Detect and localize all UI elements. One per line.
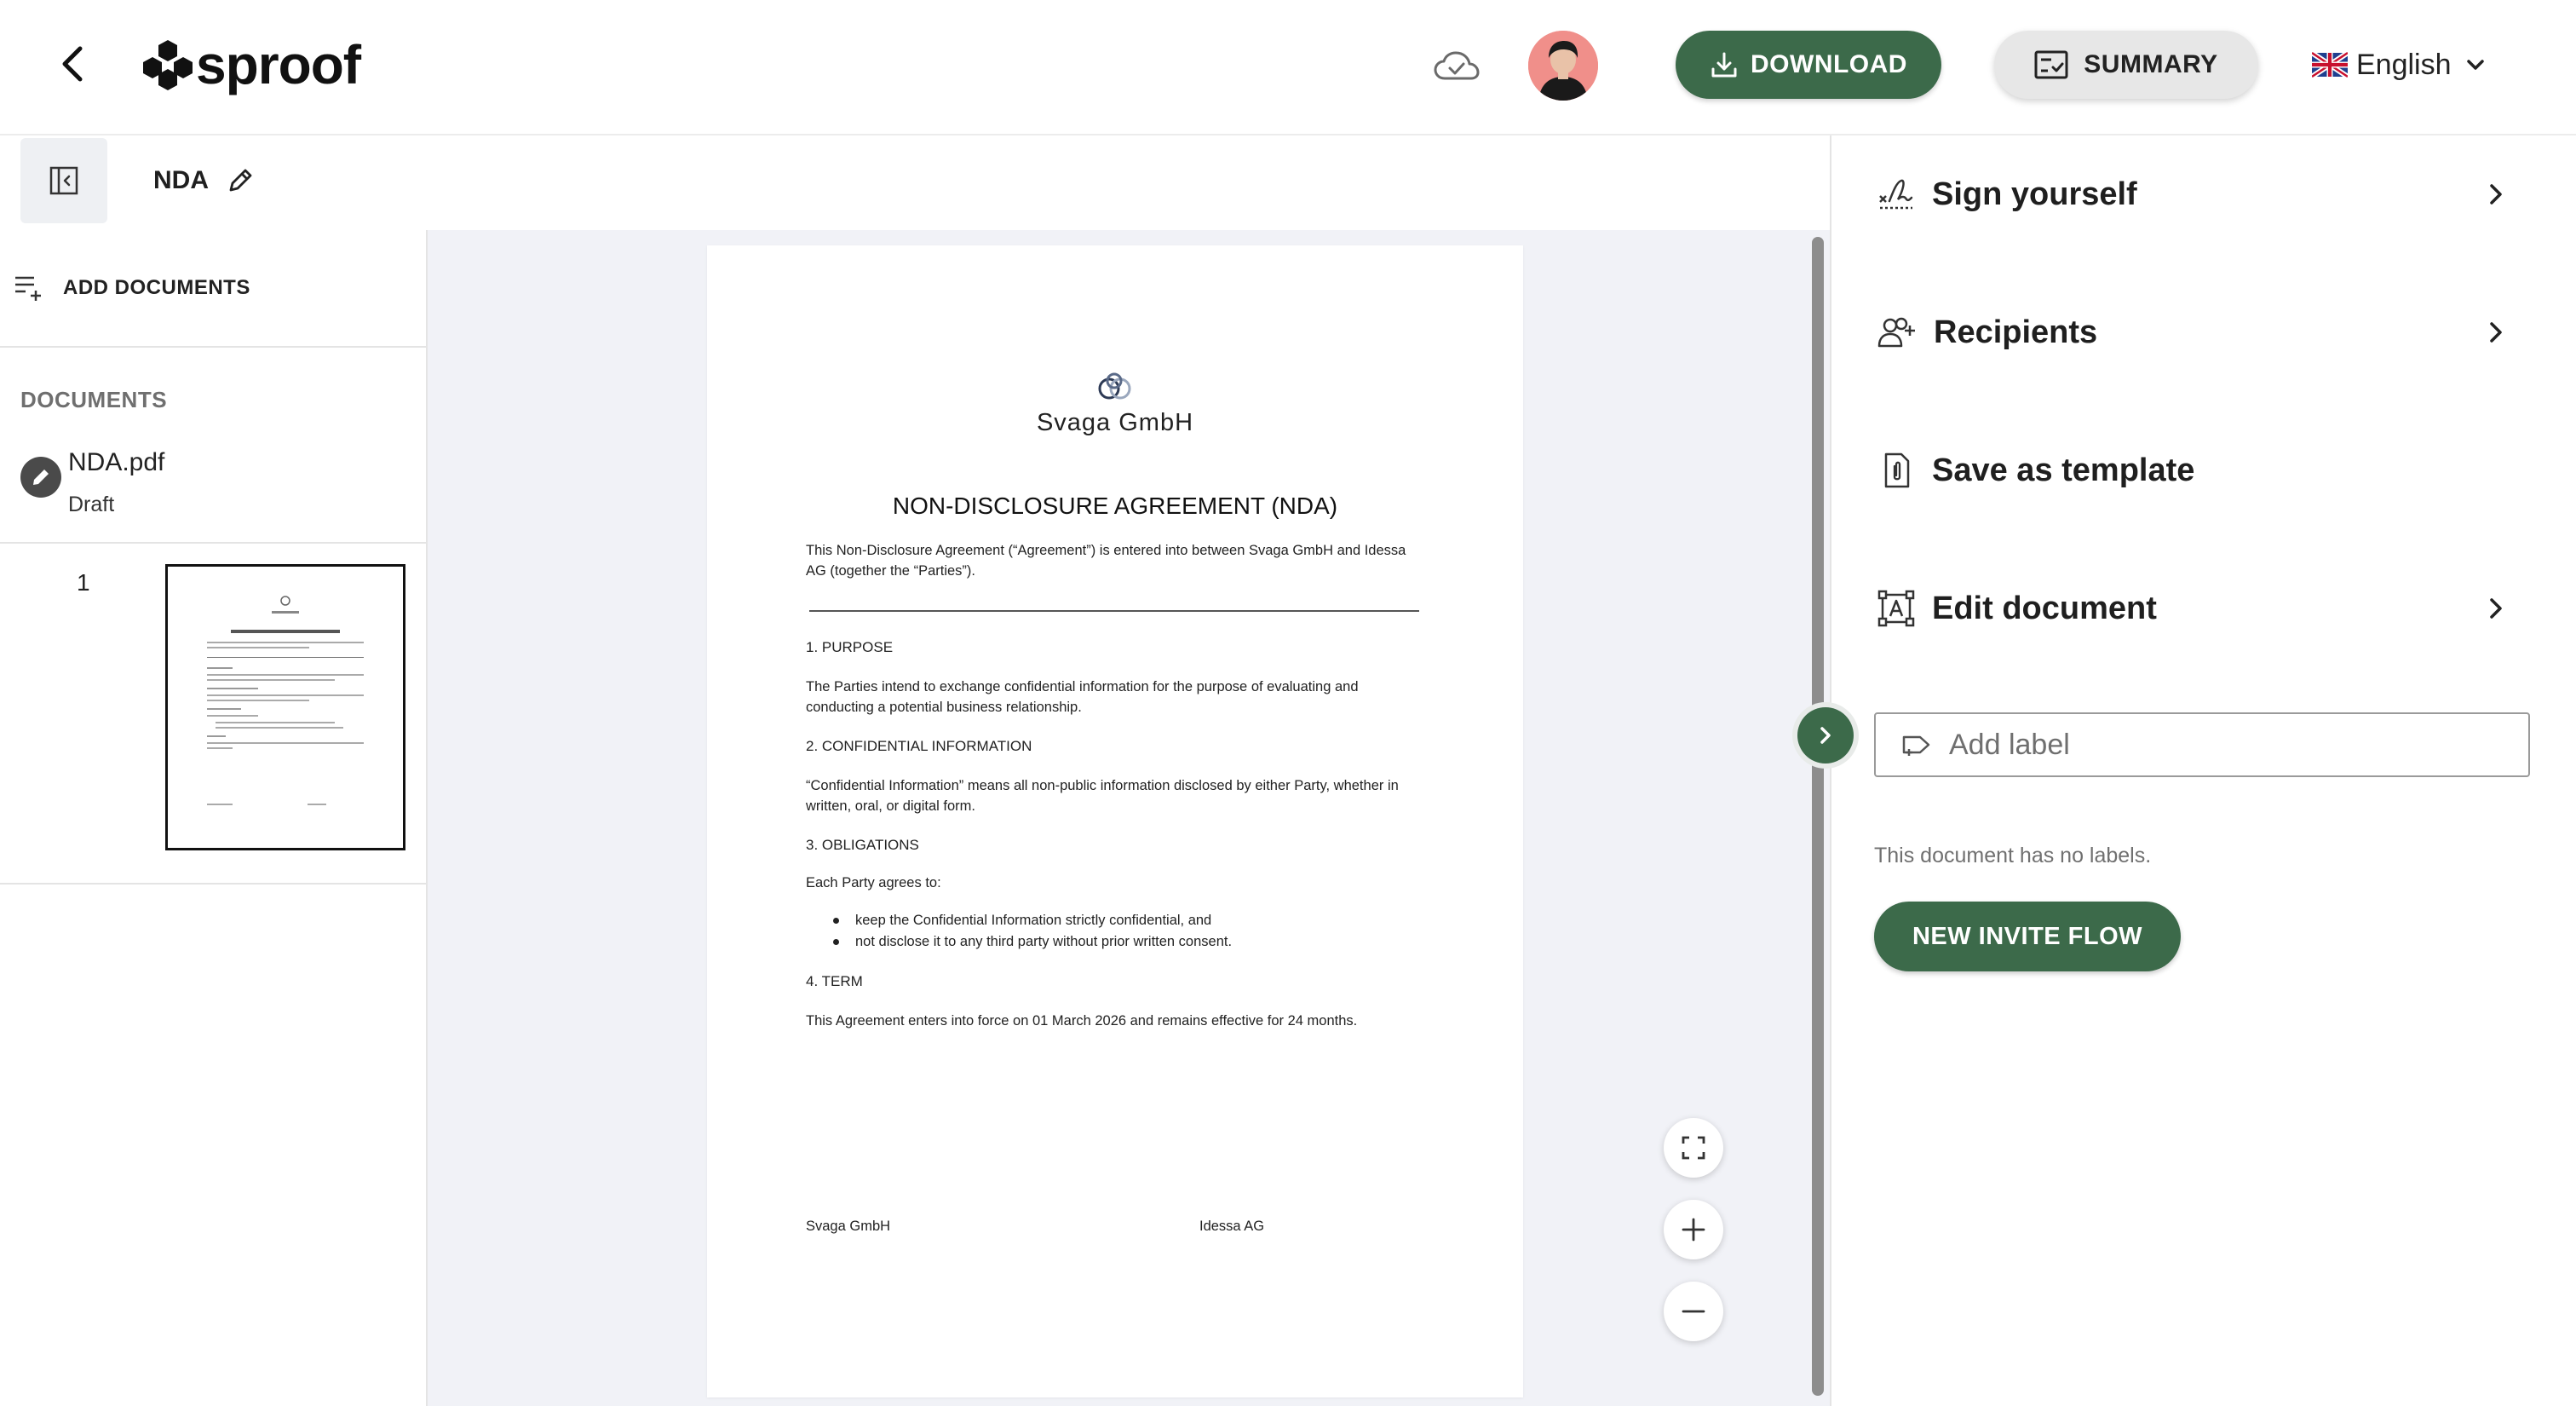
chevron-right-icon [2490, 322, 2502, 343]
document-toolbar [0, 135, 1830, 229]
section-body: The Parties intend to exchange confident… [806, 679, 1359, 715]
summary-checklist-icon [2034, 50, 2068, 79]
no-labels-message: This document has no labels. [1874, 844, 2152, 867]
download-label: DOWNLOAD [1751, 50, 1907, 78]
sidebar-toggle-button[interactable] [20, 138, 107, 223]
thumbnail-preview-icon [207, 596, 364, 805]
summary-button[interactable]: SUMMARY [1994, 31, 2258, 99]
add-documents-button[interactable]: ADD DOCUMENTS [14, 271, 250, 305]
section-body: This Agreement enters into force on 01 M… [806, 1013, 1358, 1029]
cloud-saved-icon [1433, 49, 1481, 84]
minus-icon [1682, 1310, 1705, 1313]
agreement-title: NON-DISCLOSURE AGREEMENT (NDA) [892, 493, 1338, 519]
download-icon [1711, 52, 1737, 78]
zoom-out-button[interactable] [1664, 1282, 1723, 1341]
divider [0, 883, 426, 885]
obligation-item: keep the Confidential Information strict… [855, 913, 1212, 928]
arrow-left-icon [62, 46, 83, 82]
divider [0, 346, 426, 348]
action-label: Recipients [1934, 314, 2098, 350]
summary-label: SUMMARY [2084, 50, 2218, 78]
user-avatar[interactable] [1528, 31, 1598, 101]
signature-left: Svaga GmbH [806, 1219, 891, 1234]
action-edit-document[interactable]: Edit document [1877, 579, 2511, 638]
action-label: Sign yourself [1932, 176, 2137, 212]
document-status: Draft [68, 493, 115, 516]
fullscreen-icon [1682, 1136, 1705, 1160]
document-list-item-name[interactable]: NDA.pdf [68, 448, 164, 477]
action-label: Save as template [1932, 452, 2195, 488]
download-button[interactable]: DOWNLOAD [1676, 31, 1941, 99]
language-select[interactable]: English [2312, 37, 2491, 92]
add-documents-label: ADD DOCUMENTS [63, 276, 250, 299]
chevron-right-icon [1820, 727, 1831, 744]
language-label: English [2356, 48, 2452, 81]
separator-line [809, 610, 1419, 612]
chevron-down-icon [2466, 60, 2484, 70]
back-button[interactable] [51, 38, 94, 89]
section-heading: 2. CONFIDENTIAL INFORMATION [806, 738, 1032, 754]
add-person-icon [1877, 317, 1915, 348]
add-list-icon [15, 276, 41, 301]
signature-right: Idessa AG [1199, 1219, 1265, 1234]
new-invite-flow-label: NEW INVITE FLOW [1912, 922, 2143, 950]
avatar-portrait-icon [1528, 31, 1598, 101]
bullet [833, 939, 839, 945]
section-heading: 1. PURPOSE [806, 639, 894, 655]
document-title-text: NDA [153, 166, 209, 194]
section-body: Each Party agrees to: [806, 875, 941, 890]
company-logo-icon [1098, 372, 1131, 400]
sproof-logo[interactable]: sproof [140, 31, 361, 99]
label-tag-icon [1902, 735, 1930, 756]
viewer-scrollbar-thumb[interactable] [1812, 237, 1824, 1396]
company-name: Svaga GmbH [1036, 409, 1194, 436]
plus-icon [1682, 1218, 1705, 1242]
fullscreen-button[interactable] [1664, 1118, 1723, 1178]
bullet [833, 918, 839, 924]
section-heading: 3. OBLIGATIONS [806, 837, 919, 853]
section-heading: 4. TERM [806, 973, 863, 989]
action-save-as-template[interactable]: Save as template [1877, 441, 2511, 500]
document-page: Svaga GmbH NON-DISCLOSURE AGREEMENT (NDA… [707, 245, 1523, 1397]
sidebar-collapse-icon [49, 166, 78, 195]
hexagon-cluster-icon [143, 40, 193, 90]
documents-heading: DOCUMENTS [20, 387, 168, 412]
add-label-input[interactable] [1947, 727, 2462, 763]
logo-wordmark: sproof [196, 34, 361, 95]
section-body: “Confidential Information” means all non… [806, 778, 1399, 814]
action-sign-yourself[interactable]: Sign yourself [1877, 164, 2511, 224]
chevron-right-icon [2490, 184, 2502, 205]
new-invite-flow-button[interactable]: NEW INVITE FLOW [1874, 902, 2181, 971]
action-label: Edit document [1932, 590, 2157, 626]
page-number: 1 [77, 569, 90, 596]
edit-document-icon [1877, 590, 1915, 627]
zoom-in-button[interactable] [1664, 1200, 1723, 1259]
chevron-right-icon [2490, 598, 2502, 619]
divider [0, 542, 426, 544]
action-recipients[interactable]: Recipients [1877, 303, 2511, 362]
signature-icon [1879, 179, 1913, 210]
obligation-item: not disclose it to any third party witho… [855, 934, 1233, 949]
agreement-intro: This Non-Disclosure Agreement (“Agreemen… [806, 543, 1406, 579]
document-title[interactable]: NDA [153, 162, 255, 199]
template-file-icon [1884, 452, 1910, 488]
add-label-field[interactable] [1874, 712, 2530, 777]
pencil-icon[interactable] [226, 166, 255, 195]
collapse-panel-button[interactable] [1797, 707, 1854, 764]
draft-pencil-icon [20, 457, 61, 498]
page-thumbnail[interactable] [165, 564, 405, 850]
uk-flag-icon [2312, 52, 2348, 78]
